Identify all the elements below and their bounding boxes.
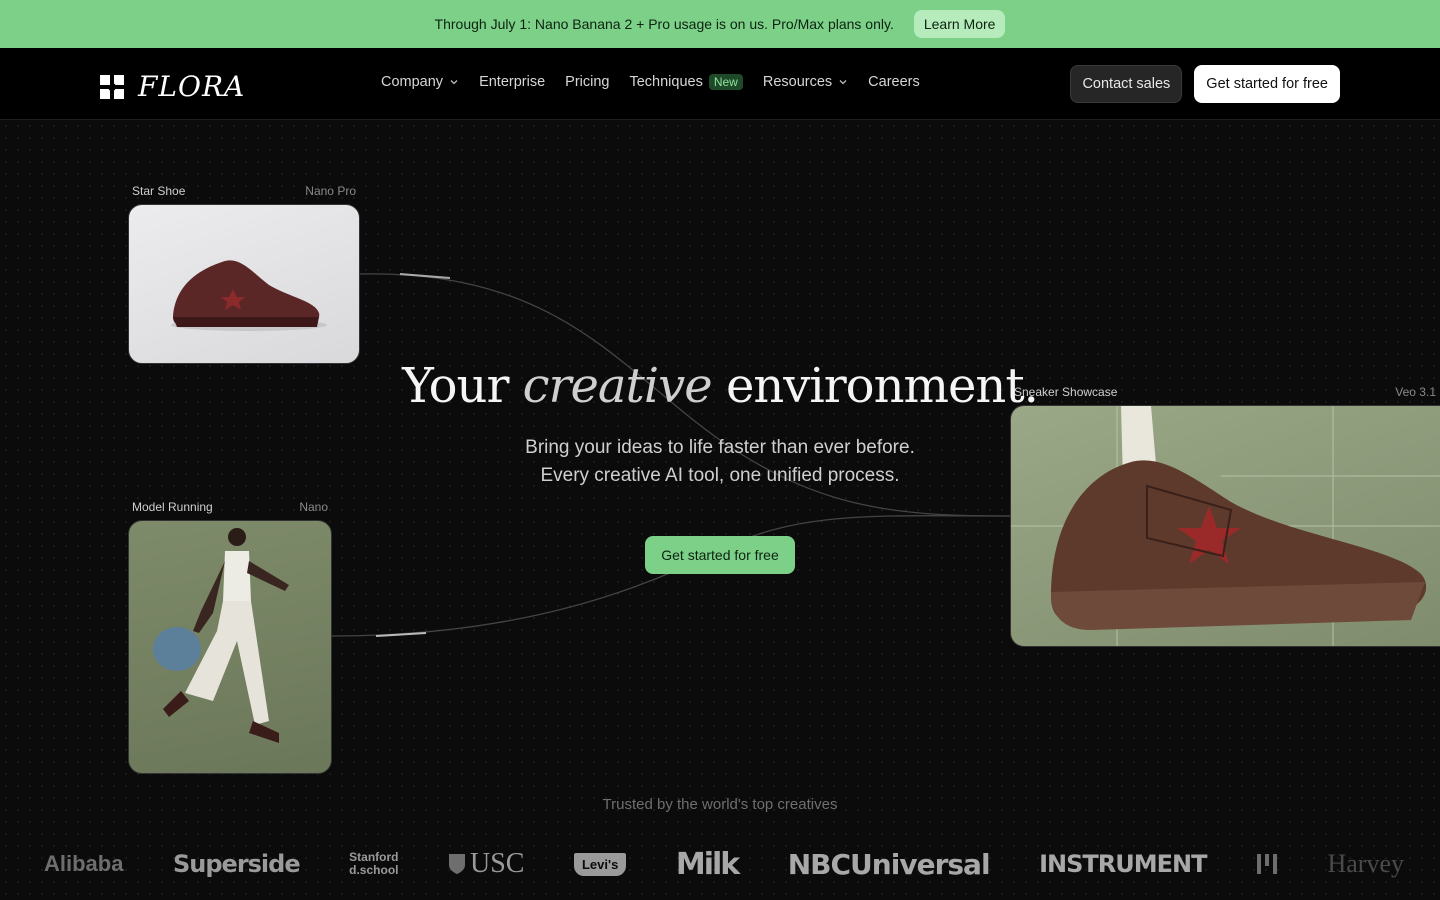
chevron-down-icon: [839, 80, 847, 85]
nav-resources[interactable]: Resources: [763, 74, 848, 90]
runner-illustration: [153, 528, 289, 743]
logo-superside: Superside: [172, 850, 301, 878]
hero-subtitle-line-1: Bring your ideas to life faster than eve…: [525, 437, 915, 458]
trusted-heading: Trusted by the world's top creatives: [602, 796, 838, 813]
nav-links: Company Enterprise Pricing Techniques Ne…: [381, 74, 920, 90]
logo-instrument: INSTRUMENT: [1039, 850, 1207, 878]
headline-environment: environment.: [725, 358, 1039, 414]
star-shoe-image: [128, 204, 360, 364]
logo[interactable]: FLORA: [100, 70, 245, 103]
shoe-illustration: [171, 260, 327, 331]
headline-creative: creative: [522, 358, 713, 414]
card-title: Star Shoe: [132, 184, 186, 198]
nav-techniques[interactable]: Techniques New: [629, 74, 743, 90]
connector-runner-to-sneaker: [331, 515, 1011, 637]
client-logos: Alibaba Superside Stanford d.school USC …: [44, 844, 1404, 884]
shield-icon: [449, 854, 465, 874]
hero-get-started-button[interactable]: Get started for free: [645, 536, 795, 574]
card-header: Star Shoe Nano Pro: [128, 184, 360, 198]
nav-pricing[interactable]: Pricing: [565, 74, 609, 90]
nav-actions: Contact sales Get started for free: [1070, 65, 1340, 103]
logo-milk: Milk: [675, 846, 740, 882]
headline-your: Your: [402, 358, 509, 414]
logo-alibaba: Alibaba: [44, 851, 124, 876]
model-running-image: [128, 520, 332, 774]
card-star-shoe[interactable]: Star Shoe Nano Pro: [128, 184, 360, 364]
hero-subtitle: Bring your ideas to life faster than eve…: [0, 434, 1440, 490]
logo-levis: Levi's: [573, 852, 627, 876]
contact-sales-button[interactable]: Contact sales: [1070, 65, 1183, 103]
hero-subtitle-line-2: Every creative AI tool, one unified proc…: [540, 465, 900, 486]
announcement-bar: Through July 1: Nano Banana 2 + Pro usag…: [0, 0, 1440, 48]
logo-usc-text: USC: [470, 848, 525, 879]
new-badge: New: [708, 74, 743, 90]
nav-company-label: Company: [381, 74, 444, 90]
top-nav: FLORA Company Enterprise Pricing Techniq…: [0, 48, 1440, 120]
bars-logo-icon: [1256, 854, 1277, 874]
nav-careers[interactable]: Careers: [868, 74, 920, 90]
hero-headline: Your creative environment.: [0, 358, 1440, 414]
flora-flower-icon: [100, 74, 124, 99]
logo-usc: USC: [448, 848, 524, 880]
card-title: Model Running: [132, 500, 213, 514]
nav-resources-label: Resources: [762, 74, 833, 90]
logo-nbcuniversal: NBCUniversal: [787, 847, 991, 881]
logo-dschool-line: d.school: [349, 863, 399, 877]
card-model: Nano Pro: [305, 184, 356, 198]
card-sneaker-showcase[interactable]: Sneaker Showcase Veo 3.1: [1010, 385, 1440, 647]
nav-techniques-label: Techniques: [629, 74, 703, 90]
get-started-button[interactable]: Get started for free: [1194, 65, 1340, 103]
learn-more-button[interactable]: Learn More: [913, 10, 1006, 38]
hero-section: Star Shoe Nano Pro Model Running Nano Sn…: [0, 120, 1440, 900]
logo-stanford-dschool: Stanford d.school: [349, 851, 398, 877]
nav-company[interactable]: Company: [381, 74, 459, 90]
logo-harvey: Harvey: [1327, 849, 1404, 878]
chevron-down-icon: [450, 80, 458, 85]
logo-wordmark: FLORA: [138, 70, 246, 103]
card-model: Nano: [299, 500, 328, 514]
nav-enterprise[interactable]: Enterprise: [479, 74, 545, 90]
card-header: Model Running Nano: [128, 500, 332, 514]
announcement-text: Through July 1: Nano Banana 2 + Pro usag…: [434, 16, 894, 32]
card-model-running[interactable]: Model Running Nano: [128, 500, 332, 774]
